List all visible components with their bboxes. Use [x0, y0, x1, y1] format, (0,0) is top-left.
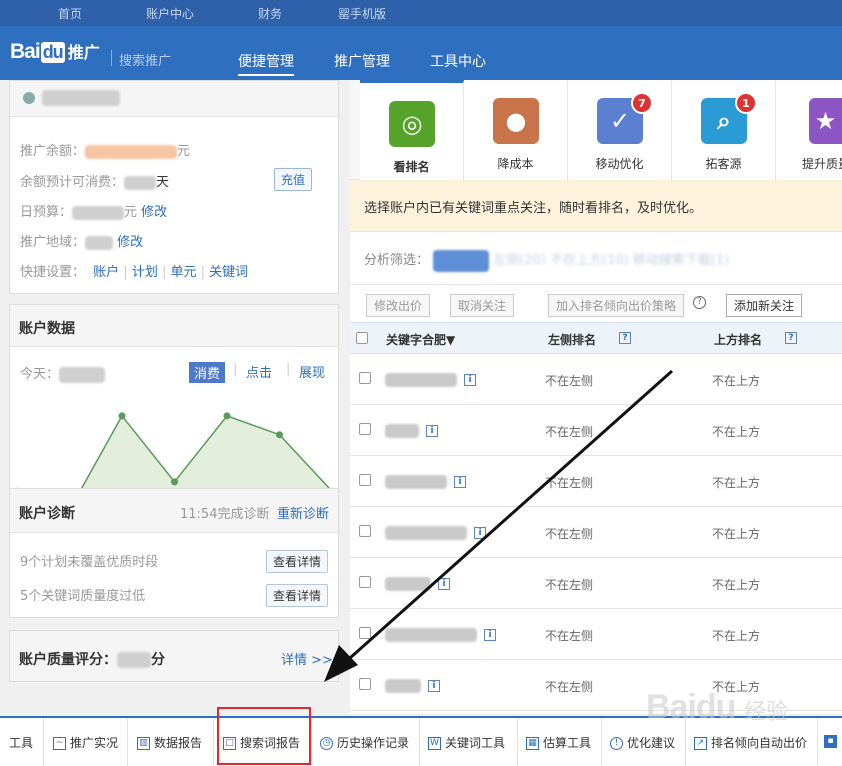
- watermark: Baidu: [646, 688, 736, 726]
- watermark-sub: 经验: [744, 700, 789, 725]
- annotation-arrow: [324, 369, 673, 682]
